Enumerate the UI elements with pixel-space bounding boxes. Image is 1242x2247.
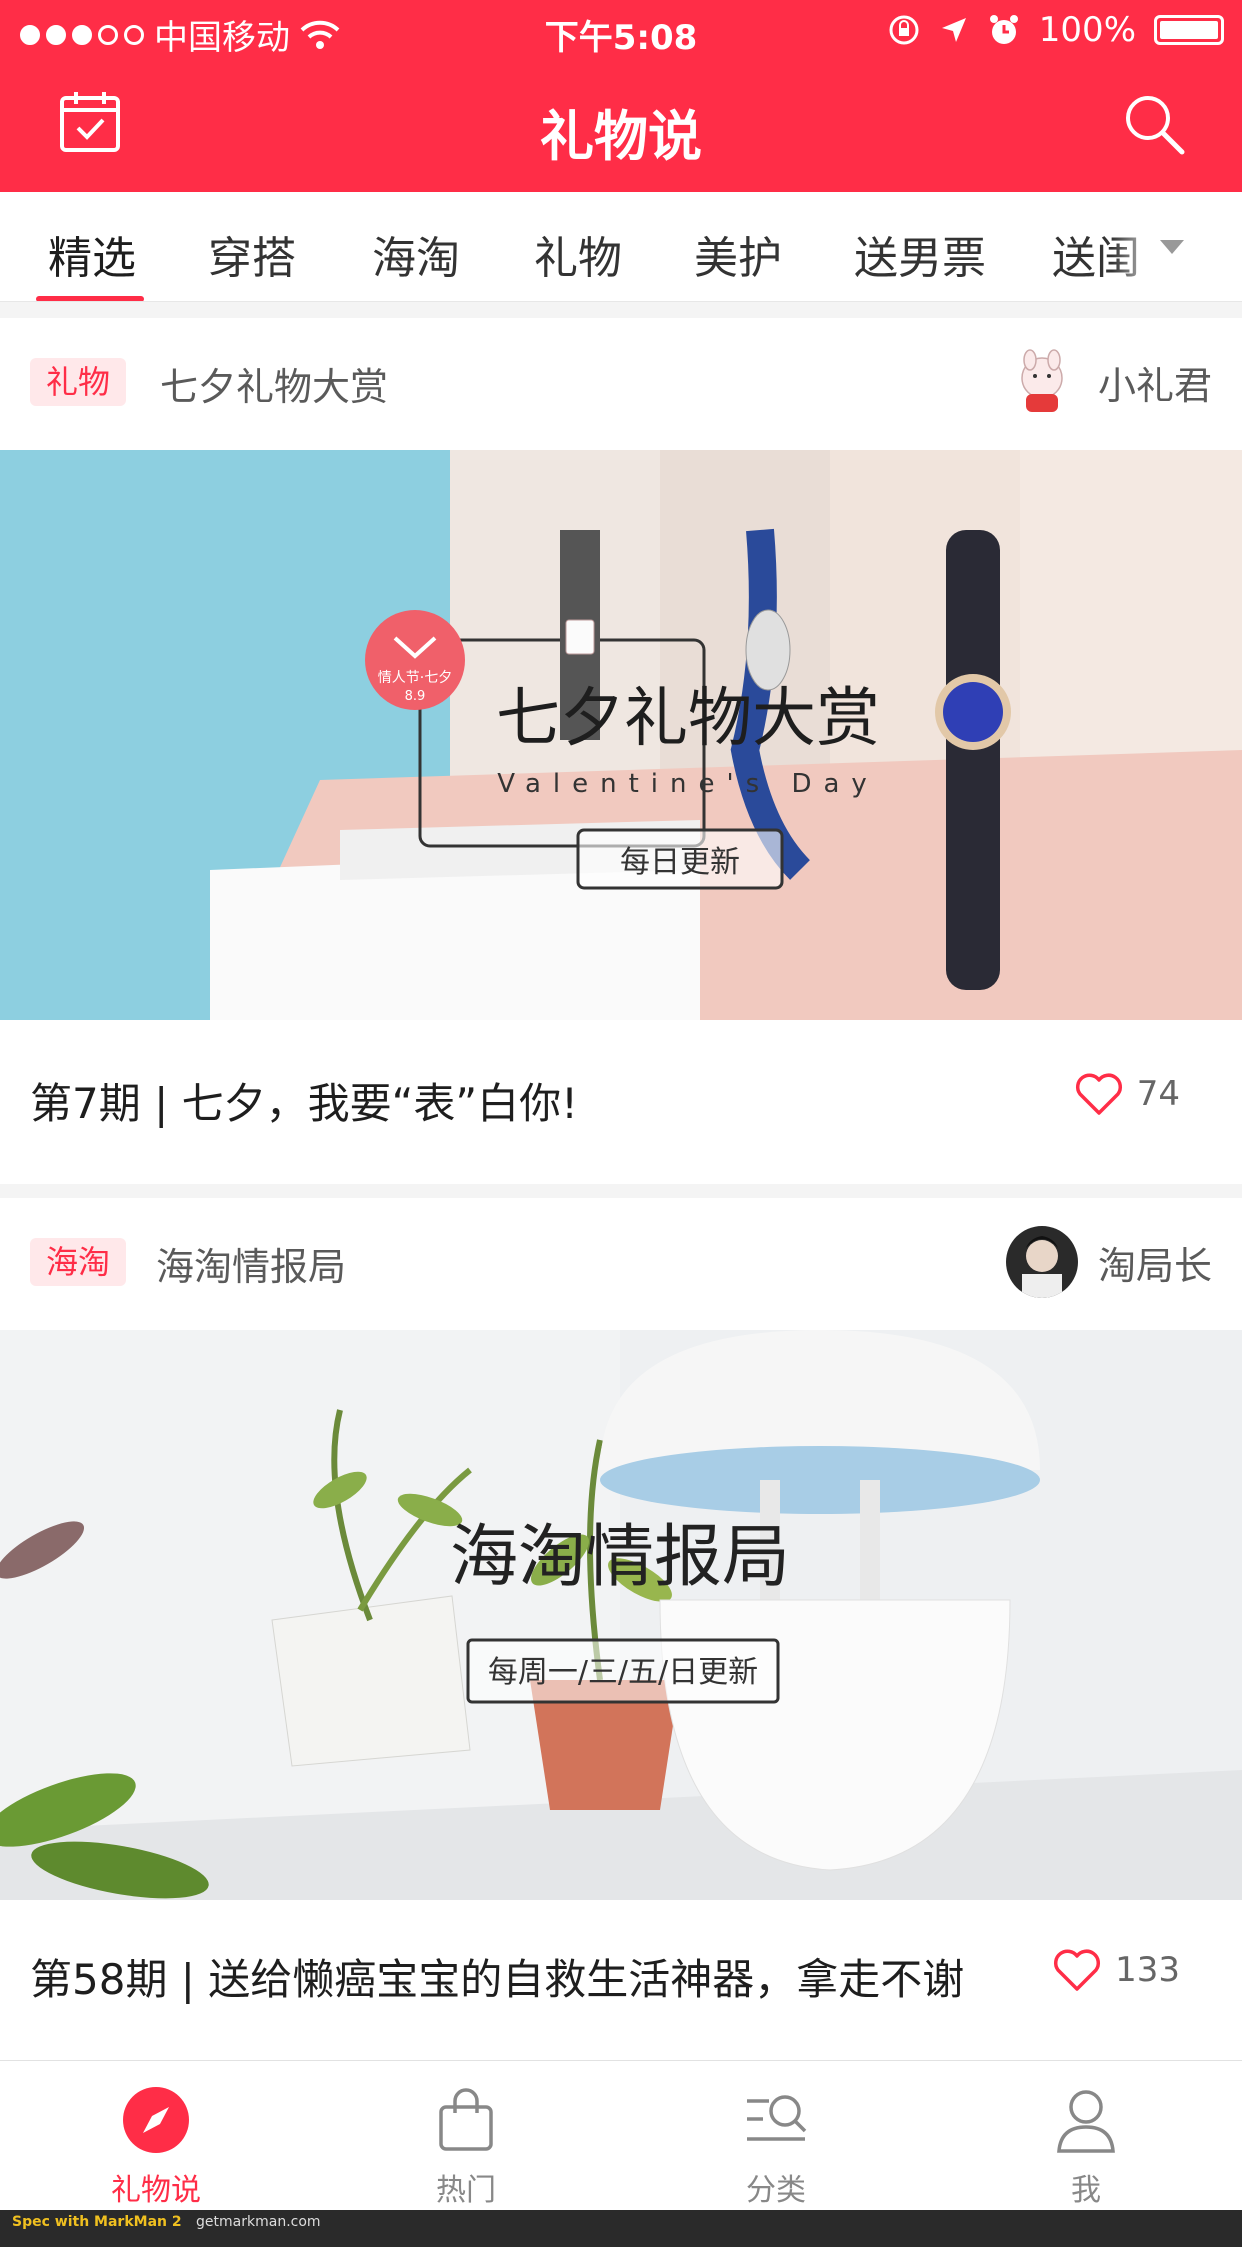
tab-liwu[interactable]: 礼物 xyxy=(534,222,622,286)
article-card[interactable]: 礼物 七夕礼物大赏 小礼君 情人节·七夕 8.9 七夕礼物大赏 Valentin… xyxy=(0,318,1242,1184)
card-header: 海淘 海淘情报局 淘局长 xyxy=(0,1198,1242,1330)
tab-haitao[interactable]: 海淘 xyxy=(372,222,460,286)
bottom-tab-category[interactable]: 分类 xyxy=(686,2085,866,2209)
bottom-tab-hot[interactable]: 热门 xyxy=(376,2085,556,2209)
article-headline[interactable]: 第7期 | 七夕，我要“表”白你! xyxy=(30,1070,578,1131)
column-name[interactable]: 海淘情报局 xyxy=(156,1236,346,1291)
watermark-site: getmarkman.com xyxy=(196,2214,321,2230)
cover-image[interactable]: 情人节·七夕 8.9 七夕礼物大赏 Valentine's Day 每日更新 xyxy=(0,450,1242,1020)
status-bar: 中国移动 下午5:08 100% xyxy=(0,0,1242,62)
author-info[interactable]: 小礼君 xyxy=(1005,346,1212,418)
bottom-tab-me[interactable]: 我 xyxy=(996,2085,1176,2209)
status-right: 100% xyxy=(887,10,1224,50)
category-tag[interactable]: 礼物 xyxy=(30,358,127,406)
app-header: 中国移动 下午5:08 100% 礼物说 xyxy=(0,0,1242,192)
category-search-icon xyxy=(747,2095,807,2141)
author-info[interactable]: 淘局长 xyxy=(1005,1226,1212,1298)
tab-songnanpiao[interactable]: 送男票 xyxy=(854,222,986,286)
cover-title: 海淘情报局 xyxy=(450,1518,790,1597)
heart-icon xyxy=(1075,1073,1122,1115)
like-count: 133 xyxy=(1115,1950,1180,1990)
bottom-tab-liwushuo[interactable]: 礼物说 xyxy=(66,2085,246,2209)
tab-chuanda[interactable]: 穿搭 xyxy=(208,222,296,286)
page-title: 礼物说 xyxy=(540,105,702,168)
location-arrow-icon xyxy=(941,18,966,42)
nav-bar: 礼物说 xyxy=(0,62,1242,192)
bottom-tab-label: 礼物说 xyxy=(111,2173,201,2208)
battery-percent: 100% xyxy=(1038,10,1136,50)
alarm-icon xyxy=(989,15,1018,44)
markman-watermark: Spec with MarkMan 2 getmarkman.com xyxy=(0,2210,1242,2247)
cover-illustration: 情人节·七夕 8.9 七夕礼物大赏 Valentine's Day 每日更新 xyxy=(0,450,1242,1020)
card-footer: 第58期 | 送给懒癌宝宝的自救生活神器，拿走不谢 133 xyxy=(0,1900,1242,2064)
author-name: 小礼君 xyxy=(1097,363,1212,408)
bottom-tab-label: 我 xyxy=(1071,2173,1101,2208)
compass-icon xyxy=(123,2087,189,2153)
like-count: 74 xyxy=(1136,1074,1180,1114)
battery-icon xyxy=(1154,15,1224,45)
tab-meihu[interactable]: 美护 xyxy=(694,222,782,286)
cover-badge: 每日更新 xyxy=(620,845,740,880)
article-headline[interactable]: 第58期 | 送给懒癌宝宝的自救生活神器，拿走不谢 xyxy=(30,1946,964,2007)
rotation-lock-icon xyxy=(889,15,919,45)
bottom-tab-label: 热门 xyxy=(436,2173,496,2208)
festival-seal: 情人节·七夕 8.9 xyxy=(365,610,465,710)
cover-image[interactable]: 海淘情报局 每周一/三/五/日更新 xyxy=(0,1330,1242,1900)
tab-active-indicator xyxy=(36,296,144,301)
author-name: 淘局长 xyxy=(1097,1243,1212,1288)
column-name[interactable]: 七夕礼物大赏 xyxy=(160,356,388,411)
article-card[interactable]: 海淘 海淘情报局 淘局长 海淘情报局 每周一/三/五/日更新 第58期 | 送给… xyxy=(0,1198,1242,2060)
category-tabs: 精选 穿搭 海淘 礼物 美护 送男票 送闺 xyxy=(0,192,1242,302)
like-button[interactable]: 74 xyxy=(1075,1072,1180,1116)
like-button[interactable]: 133 xyxy=(1053,1948,1180,1992)
cover-badge: 每周一/三/五/日更新 xyxy=(488,1655,758,1690)
card-header: 礼物 七夕礼物大赏 小礼君 xyxy=(0,318,1242,450)
avatar xyxy=(1005,1226,1078,1298)
heart-icon xyxy=(1054,1949,1101,1991)
watermark-text: Spec with MarkMan 2 xyxy=(12,2214,182,2230)
category-tag[interactable]: 海淘 xyxy=(30,1238,127,1286)
watch-3 xyxy=(935,530,1011,990)
chevron-down-icon[interactable] xyxy=(1160,240,1184,254)
cover-illustration: 海淘情报局 每周一/三/五/日更新 xyxy=(0,1330,1242,1900)
seal-text-2: 8.9 xyxy=(405,689,426,704)
cover-title: 七夕礼物大赏 xyxy=(496,682,880,756)
seal-text-1: 情人节·七夕 xyxy=(378,670,452,686)
search-icon[interactable] xyxy=(1122,92,1186,156)
shopping-bag-icon xyxy=(439,2088,493,2151)
cover-subtitle: Valentine's Day xyxy=(497,769,879,799)
bottom-tab-label: 分类 xyxy=(746,2173,806,2208)
tab-jingxuan[interactable]: 精选 xyxy=(48,222,136,286)
avatar xyxy=(1005,346,1078,418)
person-icon xyxy=(1057,2090,1115,2153)
card-footer: 第7期 | 七夕，我要“表”白你! 74 xyxy=(0,1020,1242,1184)
bottom-tab-bar: 礼物说 热门 分类 我 xyxy=(0,2060,1242,2210)
